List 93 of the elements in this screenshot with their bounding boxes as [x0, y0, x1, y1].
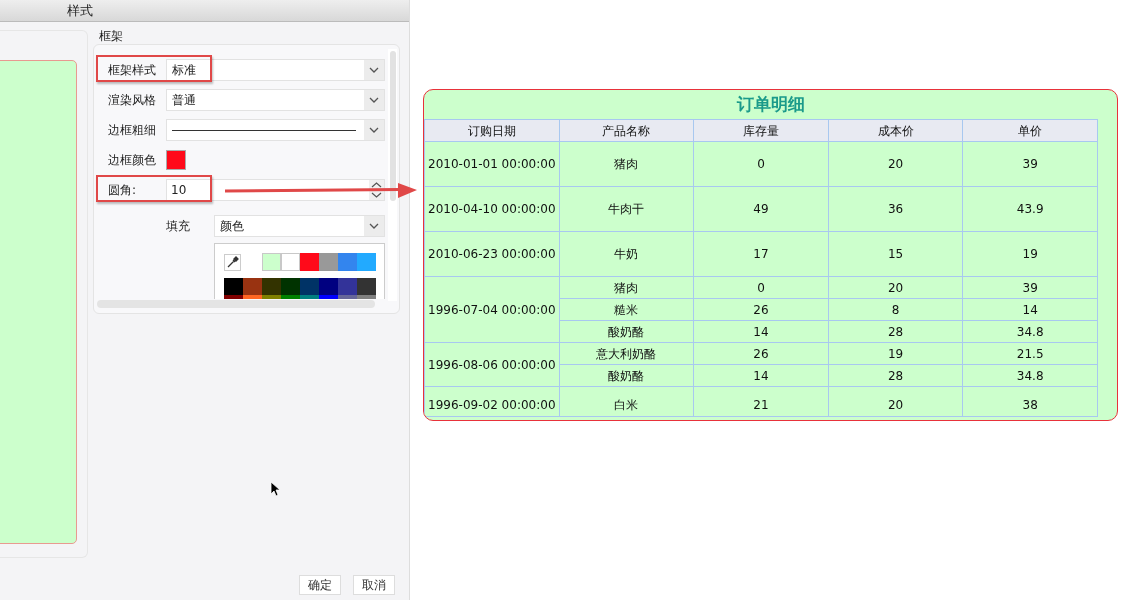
dialog-button[interactable]: 取消: [353, 575, 395, 595]
table-cell: 2010-01-01 00:00:00: [424, 141, 560, 187]
table-cell: 1996-09-02 00:00:00: [424, 386, 560, 417]
table-cell: 牛肉干: [559, 186, 694, 232]
horizontal-scrollbar[interactable]: [97, 300, 375, 308]
field-label: 渲染风格: [107, 91, 157, 109]
table-cell: 43.9: [962, 186, 1098, 232]
table-cell: 17: [693, 231, 829, 277]
column-header: 库存量: [693, 119, 829, 142]
table-cell: 28: [828, 320, 963, 343]
field-label: 圆角:: [107, 181, 138, 199]
column-header: 成本价: [828, 119, 963, 142]
line-dropdown[interactable]: [166, 119, 385, 141]
eyedropper-icon[interactable]: [224, 253, 241, 271]
color-swatch[interactable]: [243, 295, 262, 299]
color-swatch[interactable]: [338, 295, 357, 299]
color-swatch[interactable]: [357, 278, 376, 295]
dialog-button[interactable]: 确定: [299, 575, 341, 595]
column-header: 产品名称: [559, 119, 694, 142]
color-swatch[interactable]: [338, 278, 357, 295]
color-swatch[interactable]: [262, 278, 281, 295]
color-swatch[interactable]: [300, 253, 319, 271]
color-swatch[interactable]: [319, 278, 338, 295]
table-cell: 1996-08-06 00:00:00: [424, 342, 560, 387]
table-cell: 0: [693, 141, 829, 187]
table-cell: 14: [962, 298, 1098, 321]
chevron-down-icon: [369, 223, 379, 229]
color-swatch[interactable]: [300, 295, 319, 299]
table-cell: 26: [693, 342, 829, 365]
table-cell: 39: [962, 276, 1098, 299]
table-cell: 20: [828, 141, 963, 187]
table-cell: 酸奶酪: [559, 320, 694, 343]
color-swatch[interactable]: [319, 253, 338, 271]
table-cell: 意大利奶酪: [559, 342, 694, 365]
table-cell: 8: [828, 298, 963, 321]
window-title: 样式: [67, 1, 93, 20]
color-swatch[interactable]: [281, 295, 300, 299]
table-cell: 2010-06-23 00:00:00: [424, 231, 560, 277]
column-header: 订购日期: [424, 119, 560, 142]
color-swatch[interactable]: [262, 295, 281, 299]
table-title: 订单明细: [736, 93, 805, 116]
table-cell: 14: [693, 320, 829, 343]
field-label: 边框颜色: [107, 151, 157, 169]
table-cell: 36: [828, 186, 963, 232]
chevron-down-icon: [369, 97, 379, 103]
dropdown[interactable]: 颜色: [214, 215, 385, 237]
table-cell: 34.8: [962, 364, 1098, 387]
color-swatch[interactable]: [243, 278, 262, 295]
color-swatch[interactable]: [166, 150, 186, 170]
color-swatch[interactable]: [319, 295, 338, 299]
group-title: 框架: [98, 30, 124, 44]
table-cell: 34.8: [962, 320, 1098, 343]
dropdown[interactable]: 标准: [166, 59, 385, 81]
table-cell: 21.5: [962, 342, 1098, 365]
table-cell: 酸奶酪: [559, 364, 694, 387]
color-swatch[interactable]: [338, 253, 357, 271]
table-cell: 20: [828, 386, 963, 417]
table-cell: 猪肉: [559, 141, 694, 187]
column-header: 单价: [962, 119, 1098, 142]
field-label: 边框粗细: [107, 121, 157, 139]
table-cell: 28: [828, 364, 963, 387]
mouse-pointer-icon: [270, 481, 280, 497]
table-cell: 26: [693, 298, 829, 321]
color-swatch[interactable]: [281, 253, 300, 271]
color-swatch[interactable]: [224, 295, 243, 299]
color-swatch[interactable]: [300, 278, 319, 295]
table-cell: 糙米: [559, 298, 694, 321]
table-cell: 19: [962, 231, 1098, 277]
chevron-down-icon: [369, 127, 379, 133]
table-cell: 20: [828, 276, 963, 299]
table-cell: 21: [693, 386, 829, 417]
color-swatch[interactable]: [281, 278, 300, 295]
color-swatch[interactable]: [357, 295, 376, 299]
table-cell: 0: [693, 276, 829, 299]
table-cell: 15: [828, 231, 963, 277]
table-cell: 白米: [559, 386, 694, 417]
table-cell: 牛奶: [559, 231, 694, 277]
field-label: 框架样式: [107, 61, 157, 79]
chevron-down-icon: [369, 67, 379, 73]
color-swatch[interactable]: [224, 278, 243, 295]
table-cell: 19: [828, 342, 963, 365]
color-swatch[interactable]: [262, 253, 281, 271]
table-cell: 2010-04-10 00:00:00: [424, 186, 560, 232]
dropdown[interactable]: 普通: [166, 89, 385, 111]
table-cell: 38: [962, 386, 1098, 417]
table-cell: 1996-07-04 00:00:00: [424, 276, 560, 343]
table-cell: 49: [693, 186, 829, 232]
field-label: 填充: [166, 217, 191, 235]
table-cell: 猪肉: [559, 276, 694, 299]
color-swatch[interactable]: [357, 253, 376, 271]
table-cell: 39: [962, 141, 1098, 187]
vertical-scrollbar[interactable]: [388, 49, 397, 301]
table-cell: 14: [693, 364, 829, 387]
